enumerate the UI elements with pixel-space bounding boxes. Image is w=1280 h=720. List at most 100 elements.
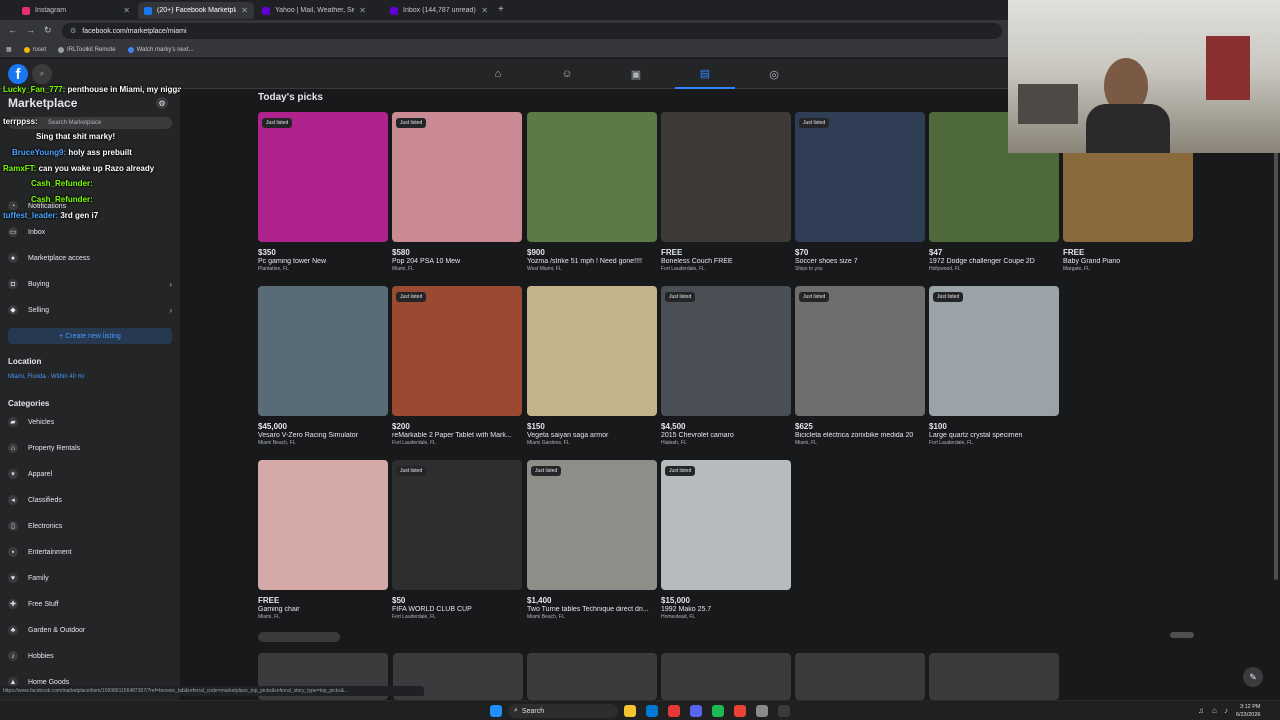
bookmark-irltoolkit[interactable]: IRLToolkit Remote [58,46,116,53]
reload-icon[interactable]: ↻ [44,25,52,36]
loading-placeholder [258,632,340,642]
listing-image[interactable]: Just listed [795,286,925,416]
listing-card[interactable]: Just listed $100 Large quartz crystal spec… [929,286,1059,446]
sidebar-item-label: Selling [28,306,50,314]
category-free-stuff[interactable]: ✚ Free Stuff [8,594,172,614]
category-electronics[interactable]: ▯ Electronics [8,516,172,536]
listing-image[interactable]: Just listed [527,460,657,590]
obs-icon[interactable] [668,705,680,717]
gear-icon[interactable]: ⚙ [156,97,168,109]
chrome-icon[interactable] [734,705,746,717]
close-icon[interactable]: ✕ [123,6,130,15]
url-input[interactable]: ⚙ facebook.com/marketplace/miami [62,23,1002,39]
sidebar-item-inbox[interactable]: ▭ Inbox [8,222,172,242]
location-filter-link[interactable]: Miami, Florida · Within 40 mi [8,374,84,380]
listing-card[interactable]: $45,000 Vesaro V-Zero Racing Simulator Mia… [258,286,388,446]
tab-facebook-marketplace[interactable]: (20+) Facebook Marketplace | F ✕ [138,2,254,19]
listing-card[interactable]: Just listed $580 Pop 204 PSA 10 Mew Miami, … [392,112,522,272]
listing-card[interactable]: $900 Yozma /strike 51 mph ! Need gone!!!!… [527,112,657,272]
listing-card[interactable]: Just listed $1,400 Two Turne tables Techni… [527,460,657,620]
listing-title: Gaming chair [258,606,300,613]
listing-image[interactable]: Just listed [392,286,522,416]
facebook-logo[interactable]: f [8,64,28,84]
sidebar-item-selling[interactable]: ◆ Selling › [8,300,172,320]
site-settings-icon[interactable]: ⚙ [70,27,76,35]
listing-image[interactable] [258,286,388,416]
network-icon[interactable]: ⌂ [1212,706,1217,715]
compose-icon[interactable]: ✎ [1243,667,1263,687]
category-property-rentals[interactable]: ⌂ Property Rentals [8,438,172,458]
close-icon[interactable]: ✕ [481,6,488,15]
listing-image[interactable]: Just listed [392,112,522,242]
listing-image[interactable]: Just listed [929,286,1059,416]
sidebar-item-marketplace-access[interactable]: ● Marketplace access [8,248,172,268]
taskbar-search[interactable]: ⌕ Search [508,704,618,718]
home-icon[interactable]: ⌂ [468,59,528,89]
search-icon: ⌕ [514,707,518,714]
listing-image[interactable] [258,460,388,590]
new-tab-icon[interactable]: + [498,4,504,15]
listing-image[interactable]: Just listed [392,460,522,590]
listing-image[interactable]: Just listed [661,460,791,590]
category-entertainment[interactable]: ▪ Entertainment [8,542,172,562]
volume-icon[interactable]: ♪ [1224,706,1228,715]
listing-image[interactable] [527,112,657,242]
category-vehicles[interactable]: ▰ Vehicles [8,412,172,432]
marketplace-icon[interactable]: ▤ [675,59,735,89]
category-label: Apparel [28,470,53,478]
listing-price: $70 [795,248,809,257]
listing-card[interactable]: FREE Boneless Couch FREE Fort Lauderdale, … [661,112,791,272]
listing-card[interactable]: Just listed $4,500 2015 Chevrolet camaro Hi… [661,286,791,446]
chat-username: Lucky_Fan_777: [3,85,66,94]
listing-image[interactable] [661,112,791,242]
category-apparel[interactable]: ▾ Apparel [8,464,172,484]
listing-card[interactable]: Just listed $625 Bicicleta eléctrica zorix… [795,286,925,446]
video-icon[interactable]: ▣ [606,59,666,89]
edge-icon[interactable] [646,705,658,717]
bookmark-watch-marky[interactable]: Watch marky's next... [127,46,194,53]
listing-image[interactable]: Just listed [795,112,925,242]
category-classifieds[interactable]: ◂ Classifieds [8,490,172,510]
mic-icon[interactable]: ♫ [1198,706,1204,715]
listing-image[interactable]: Just listed [661,286,791,416]
spotify-icon[interactable] [712,705,724,717]
bookmark-roset[interactable]: roset [23,46,46,53]
close-icon[interactable]: ✕ [241,6,248,15]
category-hobbies[interactable]: ♪ Hobbies [8,646,172,666]
listing-card[interactable]: Just listed $15,000 1992 Mako 25.7 Homestea… [661,460,791,620]
listing-card[interactable]: FREE Gaming chair Miami, FL [258,460,388,620]
settings-icon[interactable] [756,705,768,717]
groups-icon[interactable]: ◎ [744,59,804,89]
listing-card[interactable]: Just listed $350 Pc gaming tower New Planta… [258,112,388,272]
search-icon[interactable]: ⌕ [32,64,52,84]
windows-start-icon[interactable] [490,705,502,717]
listing-card[interactable]: Just listed $50 FIFA WORLD CLUB CUP Fort La… [392,460,522,620]
close-icon[interactable]: ✕ [359,6,366,15]
scrollbar[interactable] [1274,90,1278,580]
tab-inbox[interactable]: Inbox (144,787 unread) - moraz ✕ [384,2,494,19]
back-icon[interactable]: ← [8,25,17,35]
category-garden-outdoor[interactable]: ♣ Garden & Outdoor [8,620,172,640]
app-icon[interactable] [778,705,790,717]
friends-icon[interactable]: ☺ [537,59,597,89]
listing-location: Fort Lauderdale, FL [392,440,436,446]
listing-card[interactable]: Just listed $70 Soccer shoes size 7 Ships t… [795,112,925,272]
create-new-listing-button[interactable]: + Create new listing [8,328,172,344]
listing-card[interactable]: $150 Vegeta saiyan saga armor Miami Garden… [527,286,657,446]
listing-price: $50 [392,596,406,605]
tab-yahoo[interactable]: Yahoo | Mail, Weather, Search ✕ [256,2,372,19]
forward-icon[interactable]: → [26,25,35,35]
sidebar-item-buying[interactable]: ◘ Buying › [8,274,172,294]
apps-icon[interactable]: ▦ [6,46,12,53]
listing-image[interactable]: Just listed [258,112,388,242]
listing-title: Yozma /strike 51 mph ! Need gone!!!! [527,258,642,265]
plant-icon: ♣ [8,625,18,635]
file-explorer-icon[interactable] [624,705,636,717]
listing-image[interactable] [527,286,657,416]
tab-instagram[interactable]: Instagram ✕ [16,2,136,19]
category-family[interactable]: ♥ Family [8,568,172,588]
listing-location: Miami Beach, FL [527,614,565,620]
discord-icon[interactable] [690,705,702,717]
listing-card[interactable]: Just listed $200 reMarkable 2 Paper Tablet… [392,286,522,446]
taskbar-clock[interactable]: 3:12 PM 6/23/2026 [1236,703,1260,719]
